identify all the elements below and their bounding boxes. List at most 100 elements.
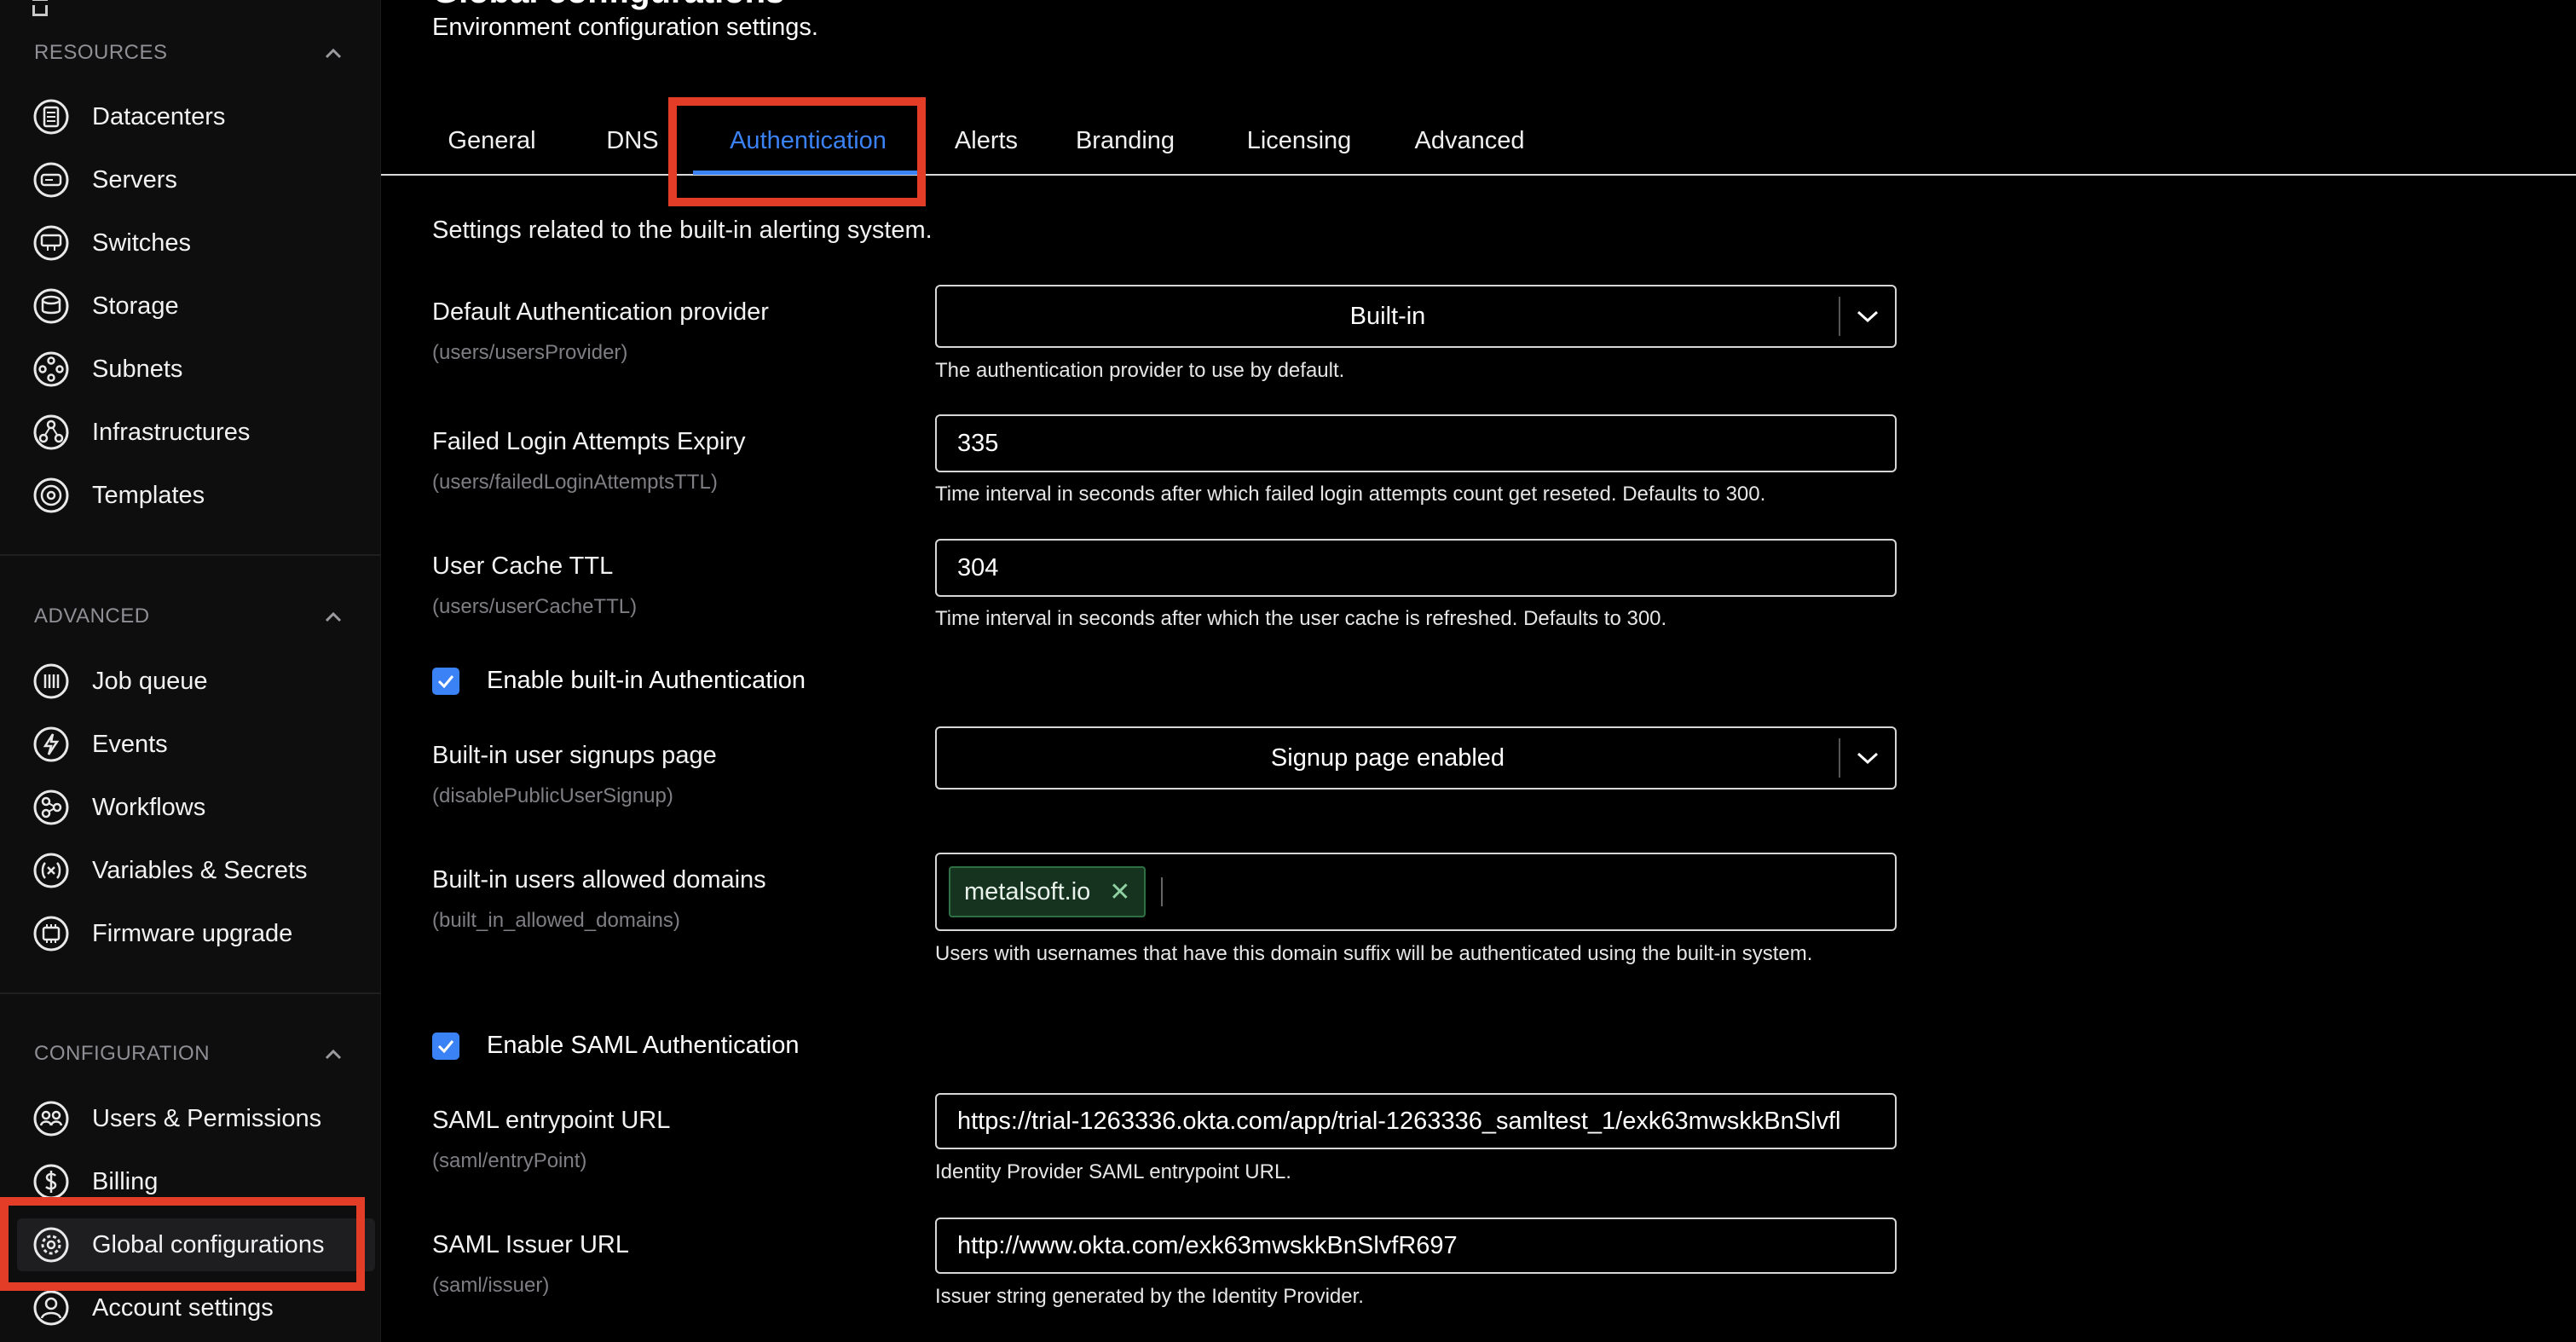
sidebar-item-users-permissions[interactable]: Users & Permissions bbox=[17, 1092, 375, 1145]
users-icon bbox=[33, 1101, 69, 1137]
sidebar-item-label: Templates bbox=[92, 481, 205, 509]
failed-login-input[interactable]: 335 bbox=[935, 414, 1897, 472]
signups-page-select[interactable]: Signup page enabled bbox=[935, 726, 1897, 790]
tab-dns[interactable]: DNS bbox=[594, 119, 671, 162]
sidebar-item-label: Users & Permissions bbox=[92, 1104, 322, 1132]
sidebar-item-servers[interactable]: Servers bbox=[17, 153, 375, 206]
input-value: http://www.okta.com/exk63mwskkBnSlvfR697 bbox=[957, 1231, 1458, 1259]
sidebar-item-label: Firmware upgrade bbox=[92, 919, 293, 947]
sidebar-item-label: Switches bbox=[92, 228, 192, 257]
sidebar-item-templates[interactable]: Templates bbox=[17, 469, 375, 522]
sidebar-item-infrastructures[interactable]: Infrastructures bbox=[17, 406, 375, 459]
input-value: 304 bbox=[957, 553, 999, 581]
failed-login-label: Failed Login Attempts Expiry bbox=[432, 428, 746, 455]
app-logo-icon[interactable] bbox=[32, 0, 66, 16]
checkmark-icon bbox=[437, 674, 454, 688]
tab-alerts[interactable]: Alerts bbox=[939, 119, 1033, 162]
sidebar-item-job-queue[interactable]: Job queue bbox=[17, 655, 375, 708]
infrastructure-icon bbox=[33, 414, 69, 450]
sidebar-item-label: Datacenters bbox=[92, 102, 226, 130]
checkmark-icon bbox=[437, 1039, 454, 1053]
highlight-tab-authentication bbox=[668, 97, 926, 206]
sidebar-item-events[interactable]: Events bbox=[17, 718, 375, 771]
account-icon bbox=[33, 1290, 69, 1326]
datacenter-icon bbox=[33, 99, 69, 135]
user-cache-input[interactable]: 304 bbox=[935, 539, 1897, 597]
sidebar-item-label: Account settings bbox=[92, 1293, 274, 1322]
sidebar-item-workflows[interactable]: Workflows bbox=[17, 781, 375, 834]
user-cache-help: Time interval in seconds after which the… bbox=[935, 607, 1667, 630]
sidebar-item-variables-secrets[interactable]: Variables & Secrets bbox=[17, 844, 375, 897]
sidebar-item-subnets[interactable]: Subnets bbox=[17, 343, 375, 396]
chevron-down-icon[interactable] bbox=[1840, 308, 1895, 325]
sidebar-item-firmware-upgrade[interactable]: Firmware upgrade bbox=[17, 907, 375, 960]
allowed-domains-label: Built-in users allowed domains bbox=[432, 866, 766, 894]
user-cache-key: (users/userCacheTTL) bbox=[432, 595, 638, 618]
sidebar-item-label: Variables & Secrets bbox=[92, 856, 308, 884]
sidebar-item-label: Servers bbox=[92, 165, 177, 194]
default-provider-help: The authentication provider to use by de… bbox=[935, 359, 1345, 382]
enable-builtin-auth-label[interactable]: Enable built-in Authentication bbox=[487, 667, 806, 695]
saml-issuer-label: SAML Issuer URL bbox=[432, 1231, 629, 1258]
chevron-up-icon[interactable] bbox=[322, 43, 344, 65]
select-value: Built-in bbox=[1349, 302, 1426, 330]
user-cache-label: User Cache TTL bbox=[432, 552, 614, 580]
section-description: Settings related to the built-in alertin… bbox=[432, 217, 933, 244]
input-value: https://trial-1263336.okta.com/app/trial… bbox=[957, 1107, 1841, 1135]
events-icon bbox=[33, 726, 69, 762]
allowed-domains-key: (built_in_allowed_domains) bbox=[432, 909, 680, 932]
enable-saml-auth-row: Enable SAML Authentication bbox=[432, 1032, 800, 1060]
text-cursor bbox=[1161, 877, 1164, 906]
enable-saml-auth-label[interactable]: Enable SAML Authentication bbox=[487, 1032, 800, 1060]
tab-general[interactable]: General bbox=[432, 119, 552, 162]
sidebar-item-storage[interactable]: Storage bbox=[17, 280, 375, 333]
page-subtitle: Environment configuration settings. bbox=[432, 14, 818, 41]
tab-advanced[interactable]: Advanced bbox=[1401, 119, 1539, 162]
saml-entrypoint-key: (saml/entryPoint) bbox=[432, 1149, 587, 1172]
failed-login-key: (users/failedLoginAttemptsTTL) bbox=[432, 471, 718, 494]
subnet-icon bbox=[33, 351, 69, 387]
storage-icon bbox=[33, 288, 69, 324]
tab-branding[interactable]: Branding bbox=[1061, 119, 1189, 162]
enable-builtin-auth-row: Enable built-in Authentication bbox=[432, 667, 806, 695]
tab-licensing[interactable]: Licensing bbox=[1230, 119, 1368, 162]
input-value: 335 bbox=[957, 429, 999, 457]
job-queue-icon bbox=[33, 663, 69, 699]
allowed-domains-tag-input[interactable]: metalsoft.io ✕ bbox=[935, 853, 1897, 931]
saml-entrypoint-input[interactable]: https://trial-1263336.okta.com/app/trial… bbox=[935, 1093, 1897, 1149]
saml-entrypoint-help: Identity Provider SAML entrypoint URL. bbox=[935, 1160, 1291, 1183]
section-title: CONFIGURATION bbox=[34, 1042, 211, 1065]
section-title: RESOURCES bbox=[34, 41, 168, 64]
saml-issuer-key: (saml/issuer) bbox=[432, 1274, 550, 1297]
close-icon[interactable]: ✕ bbox=[1109, 877, 1130, 907]
template-icon bbox=[33, 477, 69, 513]
allowed-domains-help: Users with usernames that have this doma… bbox=[935, 942, 1813, 965]
default-provider-select[interactable]: Built-in bbox=[935, 285, 1897, 348]
section-title: ADVANCED bbox=[34, 604, 150, 628]
section-divider bbox=[0, 992, 380, 994]
section-header-advanced[interactable]: ADVANCED bbox=[0, 599, 380, 633]
page-title: Global configurations bbox=[432, 0, 784, 11]
sidebar-item-datacenters[interactable]: Datacenters bbox=[17, 90, 375, 143]
sidebar-item-switches[interactable]: Switches bbox=[17, 217, 375, 269]
sidebar-item-label: Workflows bbox=[92, 793, 206, 821]
variables-icon bbox=[33, 853, 69, 888]
chevron-up-icon[interactable] bbox=[322, 1044, 344, 1066]
saml-issuer-input[interactable]: http://www.okta.com/exk63mwskkBnSlvfR697 bbox=[935, 1218, 1897, 1274]
domain-tag: metalsoft.io ✕ bbox=[949, 866, 1146, 917]
server-icon bbox=[33, 162, 69, 198]
chevron-up-icon[interactable] bbox=[322, 606, 344, 628]
domain-tag-label: metalsoft.io bbox=[964, 877, 1091, 905]
default-provider-key: (users/usersProvider) bbox=[432, 341, 628, 364]
enable-saml-auth-checkbox[interactable] bbox=[432, 1032, 459, 1060]
section-header-configuration[interactable]: CONFIGURATION bbox=[0, 1037, 380, 1071]
enable-builtin-auth-checkbox[interactable] bbox=[432, 667, 459, 695]
firmware-icon bbox=[33, 916, 69, 952]
sidebar-item-label: Subnets bbox=[92, 355, 183, 383]
chevron-down-icon[interactable] bbox=[1840, 749, 1895, 766]
section-header-resources[interactable]: RESOURCES bbox=[0, 36, 380, 70]
signups-page-key: (disablePublicUserSignup) bbox=[432, 784, 673, 807]
signups-page-label: Built-in user signups page bbox=[432, 742, 717, 769]
sidebar-item-label: Storage bbox=[92, 292, 179, 320]
select-value: Signup page enabled bbox=[1270, 743, 1505, 772]
